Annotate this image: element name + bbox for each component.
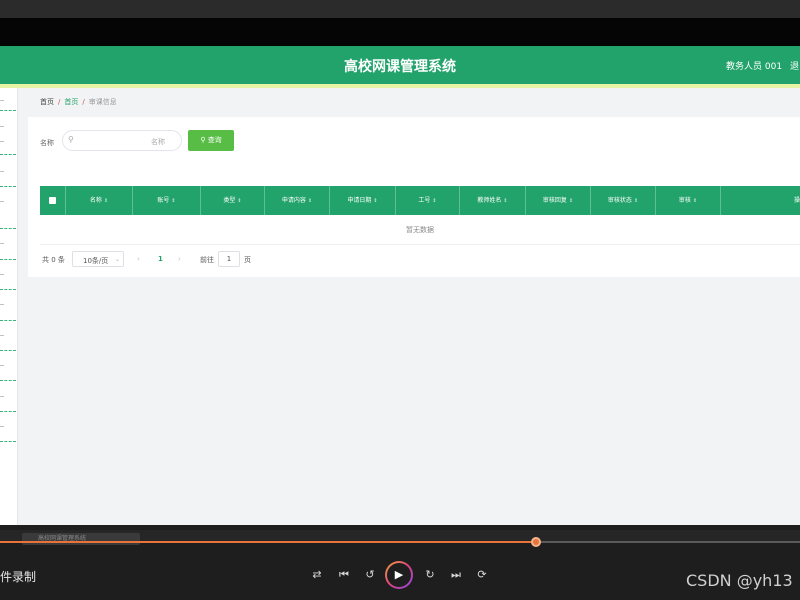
sidebar-menu-divider (0, 110, 16, 111)
file-tab[interactable]: 高校网课管理系统 (22, 533, 140, 545)
select-all-checkbox[interactable] (40, 186, 66, 215)
breadcrumb: 首页 / 首页 / 审课信息 (40, 97, 117, 107)
media-player-bar: 高校网课管理系统 件录制 ⇄ ⏮ ↺ ▶ ↻ ⏭ ⟳ CSDN @yh13 (0, 525, 800, 600)
column-header[interactable]: 审核回复 ⇕ (526, 186, 591, 215)
progress-track[interactable] (0, 537, 800, 547)
skip-forward-icon[interactable]: ⏭ (446, 568, 466, 582)
repeat-icon[interactable]: ⟳ (472, 568, 492, 581)
page-size-value: 10条/页 (83, 257, 109, 265)
search-input[interactable]: ⚲ 名称 (62, 130, 182, 151)
goto-page-input[interactable]: 1 (218, 251, 240, 267)
sidebar-item[interactable] (0, 201, 4, 202)
table-empty-row: 暂无数据 (40, 215, 800, 245)
breadcrumb-separator: / (82, 98, 85, 106)
column-header[interactable]: 工号 ⇕ (396, 186, 460, 215)
sidebar-menu-divider (0, 320, 16, 321)
search-icon: ⚲ (68, 135, 74, 144)
column-header[interactable]: 申请日期 ⇕ (330, 186, 396, 215)
next-page-button[interactable]: › (178, 255, 181, 263)
sidebar-item[interactable] (0, 243, 4, 244)
window-top-bar (0, 0, 800, 18)
chevron-down-icon: ⌄ (115, 256, 121, 263)
app-header: 高校网课管理系统 教务人员 001 退 (0, 46, 800, 84)
sidebar-item[interactable] (0, 126, 4, 127)
sidebar-item[interactable] (0, 365, 4, 366)
table-header: 名称 ⇕ 账号 ⇕ 类型 ⇕ 申请内容 ⇕ 申请日期 ⇕ 工号 ⇕ 教师姓名 ⇕ 审核回复 ⇕ … (40, 186, 800, 215)
screen: 高校网课管理系统 教务人员 001 退 首页 / 首页 / 审课信息 名称 ⚲ … (0, 0, 800, 600)
column-header[interactable]: 名称 ⇕ (66, 186, 133, 215)
sidebar-menu-divider (0, 411, 16, 412)
rewind-10-icon[interactable]: ↺ (360, 568, 380, 581)
prev-page-button[interactable]: ‹ (137, 255, 140, 263)
breadcrumb-separator: / (58, 98, 61, 106)
column-header[interactable]: 类型 ⇕ (201, 186, 265, 215)
sidebar-item[interactable] (0, 274, 4, 275)
page-size-select[interactable]: 10条/页 ⌄ (72, 251, 124, 267)
letterbox-strip (0, 18, 800, 46)
sidebar-menu-divider (0, 380, 16, 381)
column-header[interactable]: 操 (721, 186, 800, 215)
sidebar-menu-divider (0, 289, 16, 290)
app-title: 高校网课管理系统 (344, 59, 456, 75)
goto-label: 前往 (200, 256, 214, 264)
progress-fill (0, 541, 536, 543)
sidebar-menu-divider (0, 186, 16, 187)
skip-back-icon[interactable]: ⏮ (334, 568, 354, 582)
sidebar-menu-divider (0, 259, 16, 260)
sidebar-menu-divider (0, 228, 16, 229)
sidebar-item[interactable] (0, 141, 4, 142)
current-page-number[interactable]: 1 (158, 255, 163, 263)
breadcrumb-link[interactable]: 首页 (64, 98, 78, 106)
sidebar-item[interactable] (0, 396, 4, 397)
watermark: CSDN @yh13 (686, 571, 793, 590)
sidebar-menu-divider (0, 154, 16, 155)
page-word: 页 (244, 256, 251, 264)
search-button-label: 查询 (207, 136, 222, 144)
breadcrumb-current: 审课信息 (88, 98, 117, 106)
play-icon: ▶ (387, 563, 411, 587)
pagination-total: 共 0 条 (42, 256, 65, 264)
sidebar-item[interactable] (0, 426, 4, 427)
column-header[interactable]: 审核状态 ⇕ (591, 186, 656, 215)
search-icon: ⚲ (200, 136, 206, 144)
search-button[interactable]: ⚲ 查询 (188, 130, 234, 151)
sidebar-item[interactable] (0, 171, 4, 172)
content-panel: 名称 ⚲ 名称 ⚲ 查询 名称 ⇕ 账号 ⇕ 类型 ⇕ 申请内容 ⇕ 申请日期 ⇕ 工号 ⇕… (28, 117, 800, 277)
search-placeholder: 名称 (151, 138, 165, 146)
checkbox-icon (49, 197, 56, 204)
forward-30-icon[interactable]: ↻ (420, 568, 440, 581)
sidebar-item[interactable] (0, 304, 4, 305)
sidebar-item[interactable] (0, 335, 4, 336)
recording-label: 件录制 (0, 570, 37, 584)
search-label: 名称 (40, 139, 54, 147)
page-area: 首页 / 首页 / 审课信息 名称 ⚲ 名称 ⚲ 查询 名称 ⇕ 账号 ⇕ 类型 ⇕ 申请内容… (0, 88, 800, 525)
play-button[interactable]: ▶ (385, 561, 413, 589)
shuffle-icon[interactable]: ⇄ (307, 568, 327, 581)
breadcrumb-home[interactable]: 首页 (40, 98, 54, 106)
sidebar-item[interactable] (0, 100, 4, 101)
current-user[interactable]: 教务人员 001 (726, 59, 782, 72)
column-header[interactable]: 账号 ⇕ (133, 186, 201, 215)
sidebar-menu-divider (0, 350, 16, 351)
logout-link[interactable]: 退 (790, 59, 799, 72)
sidebar (0, 88, 18, 525)
column-header[interactable]: 审核 ⇕ (656, 186, 721, 215)
progress-handle[interactable] (531, 537, 541, 547)
column-header[interactable]: 教师姓名 ⇕ (460, 186, 526, 215)
sidebar-menu-divider (0, 441, 16, 442)
column-header[interactable]: 申请内容 ⇕ (265, 186, 330, 215)
